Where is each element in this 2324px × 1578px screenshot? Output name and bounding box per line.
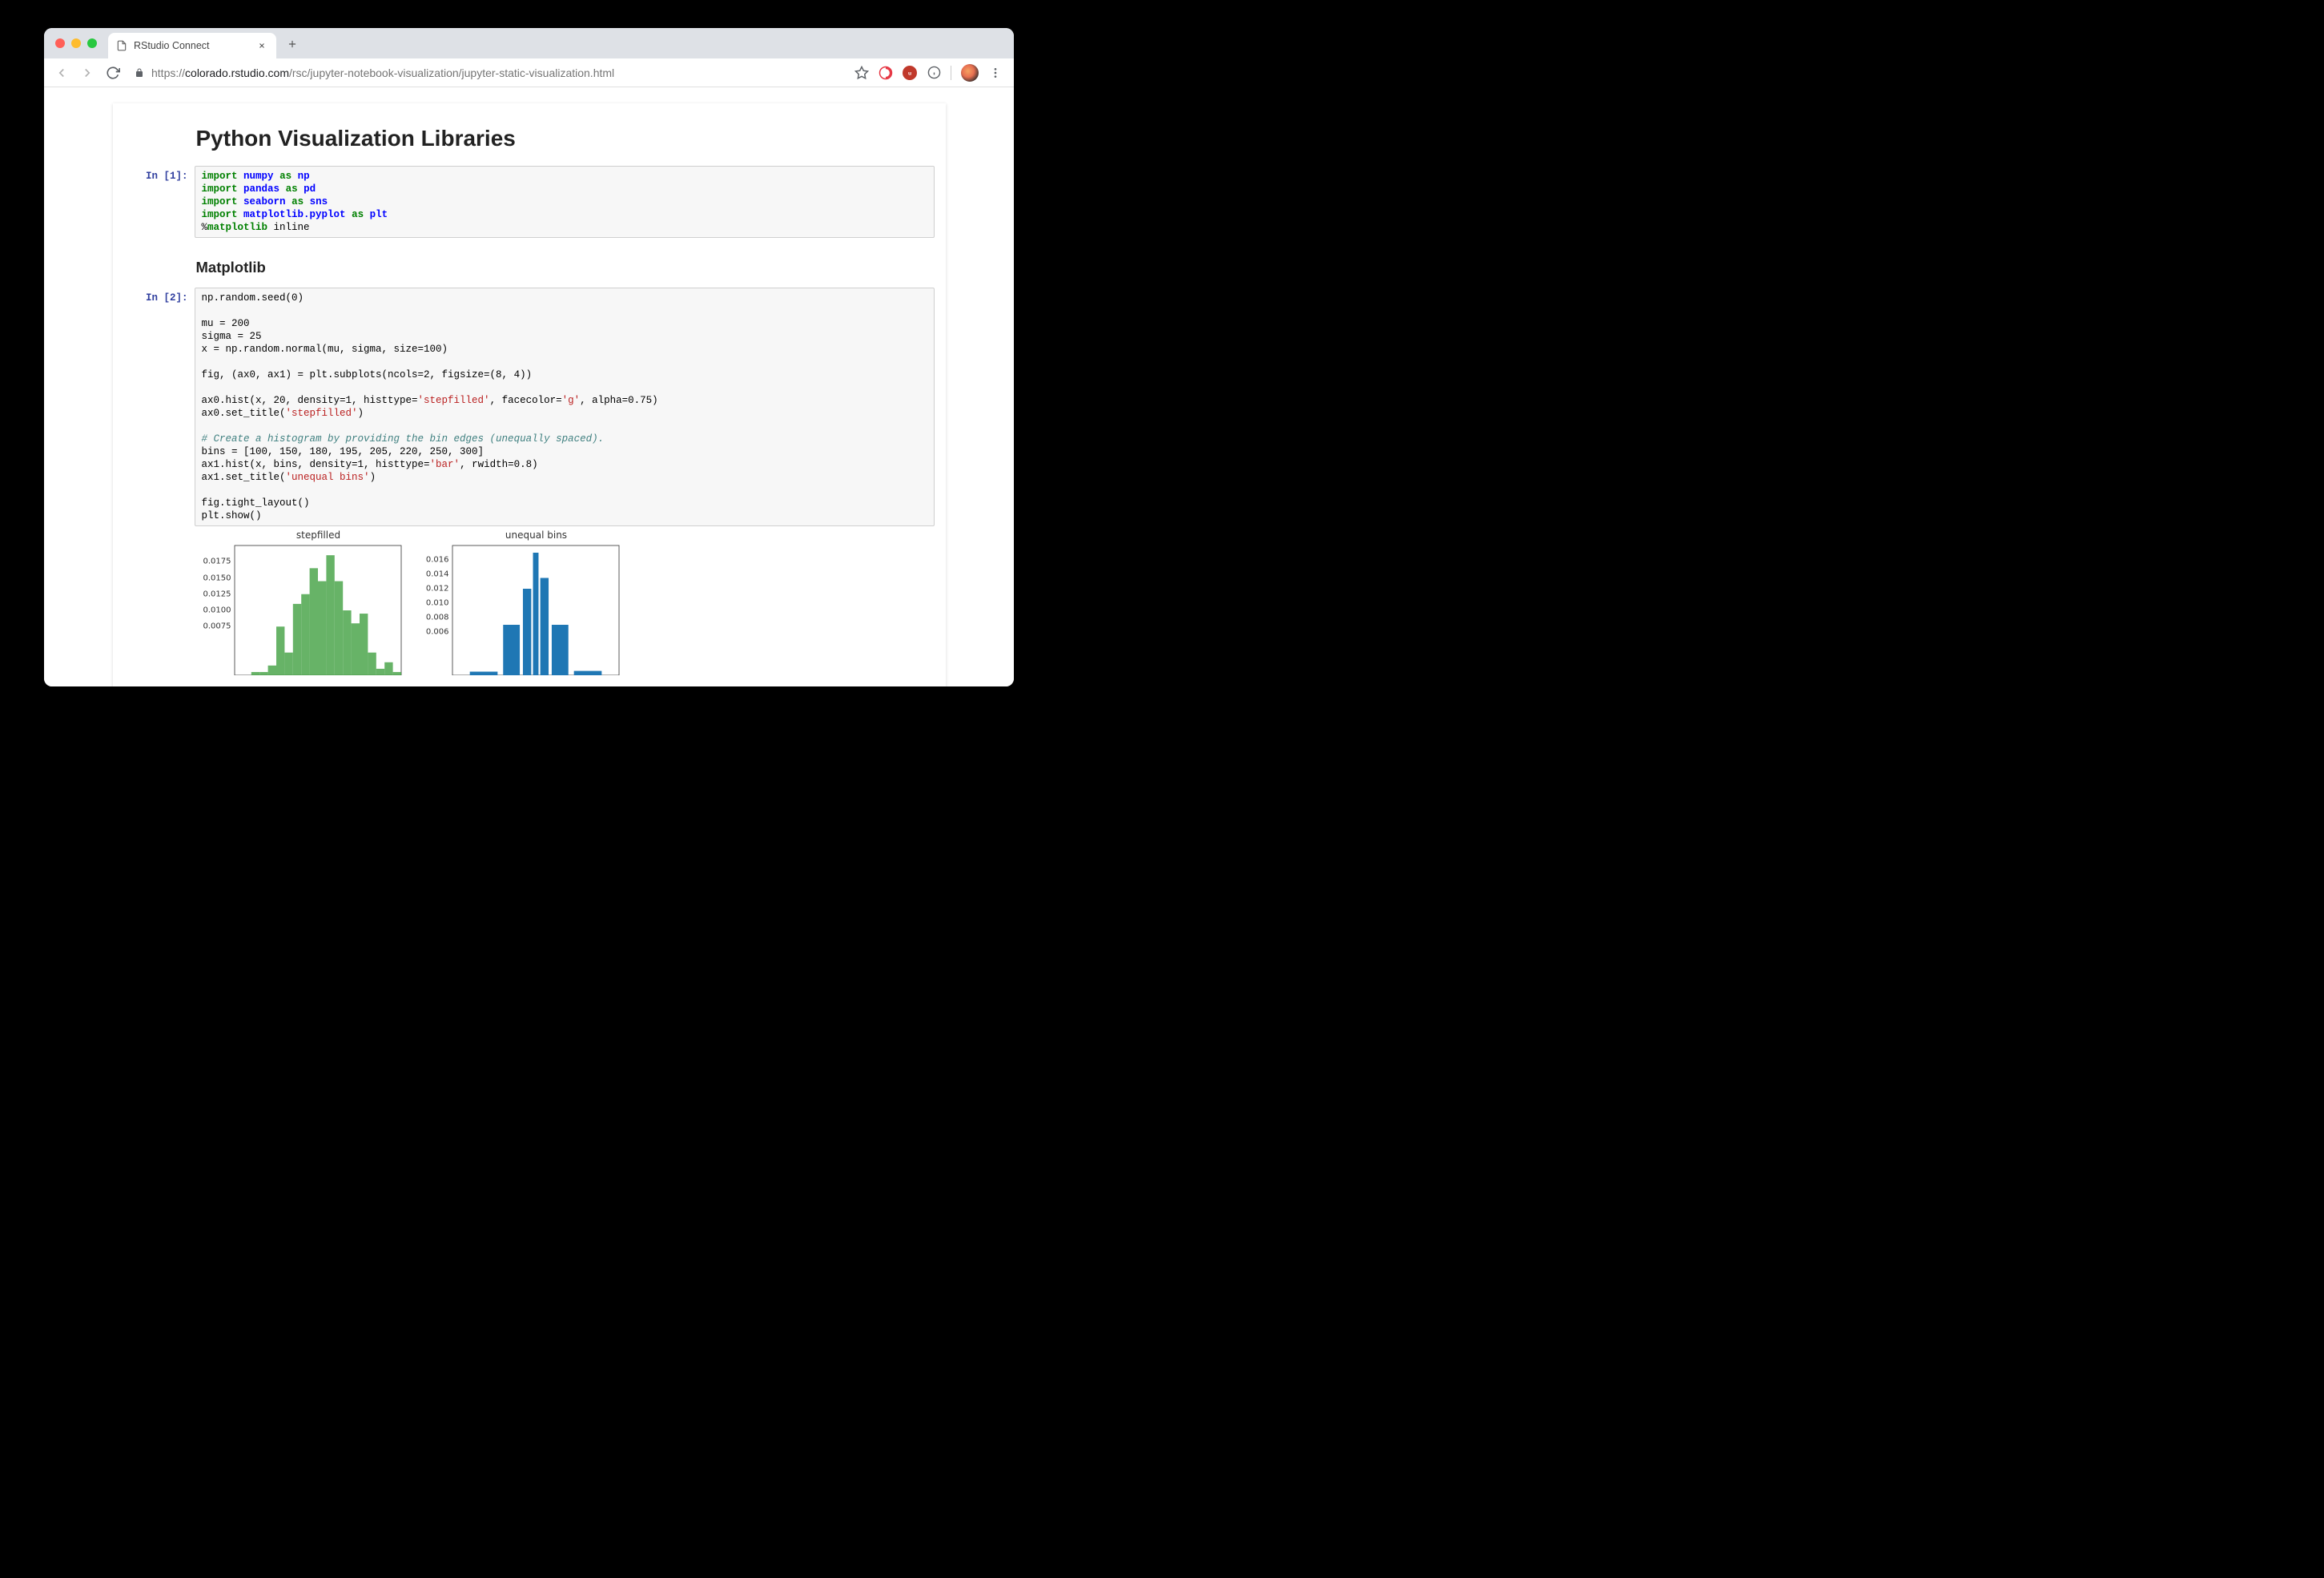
info-icon[interactable] bbox=[927, 66, 941, 80]
ytick-label: 0.006 bbox=[426, 628, 449, 637]
tab-title: RStudio Connect bbox=[134, 40, 249, 51]
cell-output: stepfilled 0.0075 0.0100 0.0125 0.0150 0.0175… bbox=[124, 531, 935, 675]
ytick-label: 0.0150 bbox=[203, 574, 231, 582]
url-text: https://colorado.rstudio.com/rsc/jupyter… bbox=[151, 66, 614, 79]
toolbar-icons: u bbox=[854, 64, 1006, 82]
page-content[interactable]: Python Visualization Libraries In [1]: i… bbox=[44, 87, 1014, 686]
ytick-label: 0.0075 bbox=[203, 622, 231, 631]
ytick-label: 0.010 bbox=[426, 599, 449, 608]
ytick-label: 0.0175 bbox=[203, 558, 231, 566]
code-input[interactable]: np.random.seed(0) mu = 200 sigma = 25 x … bbox=[195, 288, 935, 526]
reload-button[interactable] bbox=[103, 63, 123, 83]
close-window-button[interactable] bbox=[55, 38, 65, 48]
page-icon bbox=[116, 40, 127, 51]
menu-icon[interactable] bbox=[988, 66, 1003, 80]
window-controls bbox=[50, 38, 102, 48]
ytick-label: 0.016 bbox=[426, 556, 449, 565]
url-field[interactable]: https://colorado.rstudio.com/rsc/jupyter… bbox=[129, 66, 848, 79]
chart-title: stepfilled bbox=[235, 529, 403, 541]
code-cell-1: In [1]: import numpy as np import pandas… bbox=[124, 166, 935, 238]
ytick-label: 0.012 bbox=[426, 585, 449, 594]
notebook-container: Python Visualization Libraries In [1]: i… bbox=[113, 103, 946, 686]
extension-ublock-icon[interactable]: u bbox=[903, 66, 917, 80]
profile-avatar[interactable] bbox=[961, 64, 979, 82]
code-input[interactable]: import numpy as np import pandas as pd i… bbox=[195, 166, 935, 238]
url-path: /rsc/jupyter-notebook-visualization/jupy… bbox=[289, 66, 614, 79]
url-domain: colorado.rstudio.com bbox=[185, 66, 289, 79]
minimize-window-button[interactable] bbox=[71, 38, 81, 48]
close-tab-button[interactable] bbox=[255, 39, 268, 52]
ytick-label: 0.0100 bbox=[203, 606, 231, 615]
ytick-label: 0.008 bbox=[426, 614, 449, 622]
browser-tab[interactable]: RStudio Connect bbox=[108, 33, 276, 58]
chart-1: unequal bins 0.006 0.008 0.010 0.012 0.014 0.0… bbox=[412, 531, 621, 675]
chart-svg bbox=[195, 531, 403, 675]
tab-bar: RStudio Connect bbox=[44, 28, 1014, 58]
star-icon[interactable] bbox=[854, 66, 869, 80]
url-scheme: https:// bbox=[151, 66, 185, 79]
new-tab-button[interactable] bbox=[283, 34, 302, 54]
code-cell-2: In [2]: np.random.seed(0) mu = 200 sigma… bbox=[124, 288, 935, 526]
forward-button[interactable] bbox=[78, 63, 97, 83]
maximize-window-button[interactable] bbox=[87, 38, 97, 48]
chart-title: unequal bins bbox=[452, 529, 621, 541]
ytick-label: 0.014 bbox=[426, 570, 449, 579]
input-prompt: In [2]: bbox=[124, 288, 195, 526]
extension-swirl-icon[interactable] bbox=[879, 66, 893, 80]
back-button[interactable] bbox=[52, 63, 71, 83]
ytick-label: 0.0125 bbox=[203, 590, 231, 598]
chart-0: stepfilled 0.0075 0.0100 0.0125 0.0150 0.0175 bbox=[195, 531, 403, 675]
address-bar: https://colorado.rstudio.com/rsc/jupyter… bbox=[44, 58, 1014, 87]
page-title: Python Visualization Libraries bbox=[124, 119, 935, 166]
svg-text:u: u bbox=[908, 70, 911, 76]
browser-window: RStudio Connect https://colorado.rstudio… bbox=[44, 28, 1014, 686]
lock-icon bbox=[134, 67, 145, 78]
input-prompt: In [1]: bbox=[124, 166, 195, 238]
section-heading: Matplotlib bbox=[124, 243, 935, 288]
